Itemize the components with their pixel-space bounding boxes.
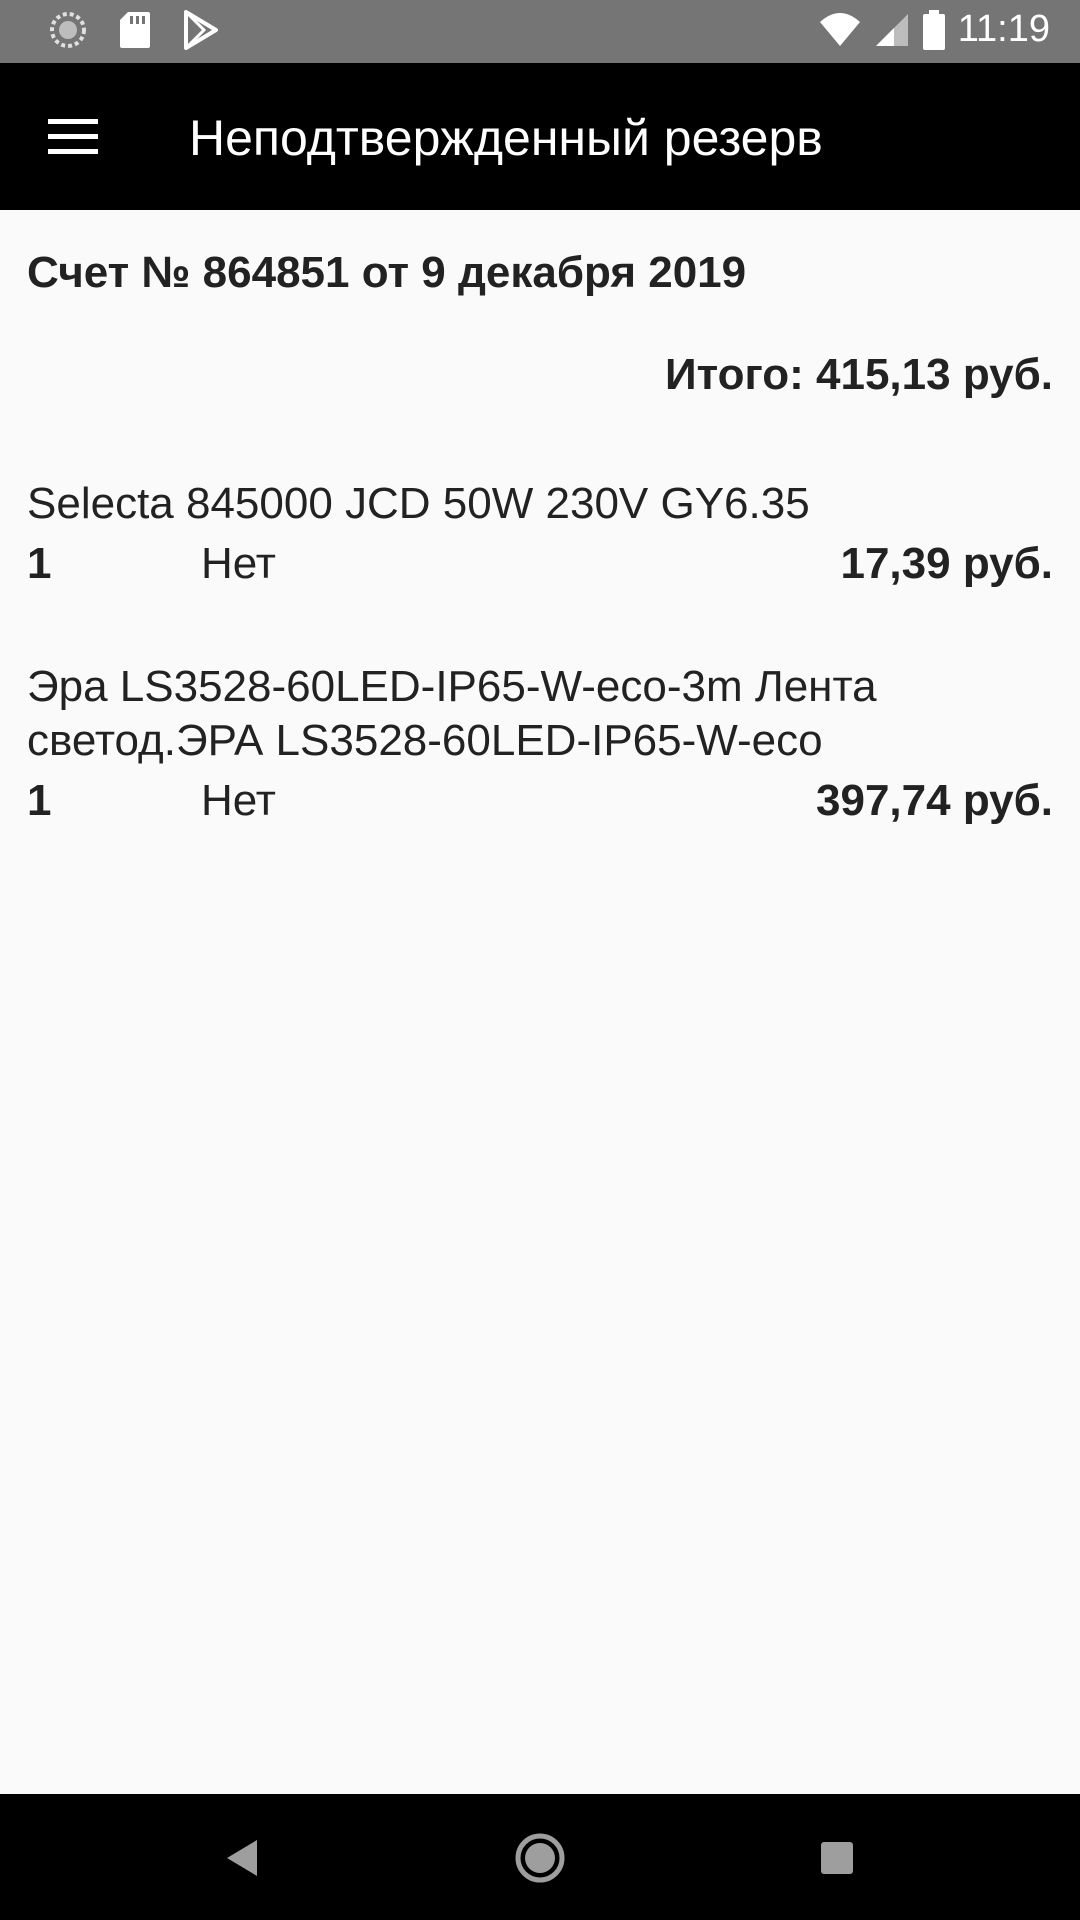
wifi-icon <box>818 10 862 50</box>
app-bar: Неподтвержденный резерв <box>0 63 1080 210</box>
invoice-title: Счет № 864851 от 9 декабря 2019 <box>27 248 747 297</box>
status-time: 11:19 <box>957 8 1050 50</box>
list-item[interactable]: Selecta 845000 JCD 50W 230V GY6.35 1 Нет… <box>27 477 1053 597</box>
item-name-line-2: светод.ЭРА LS3528-60LED-IP65-W-eco <box>27 716 823 765</box>
sd-card-icon <box>118 10 152 50</box>
total-label: Итого: <box>665 350 804 399</box>
status-right-icons: 11:19 <box>806 8 1050 51</box>
hamburger-menu-icon[interactable] <box>48 116 98 156</box>
home-circle-icon[interactable] <box>512 1830 568 1886</box>
status-left-icons <box>48 10 250 50</box>
invoice-total: Итого: 415,13 руб. <box>665 350 1053 400</box>
item-price: 17,39 руб. <box>840 539 1053 588</box>
list-item[interactable]: Эра LS3528-60LED-IP65-W-eco-3m Лента све… <box>27 660 1053 834</box>
item-name: Selecta 845000 JCD 50W 230V GY6.35 <box>27 479 810 528</box>
item-details: 1 Нет 17,39 руб. <box>27 539 1053 597</box>
status-bar: 11:19 <box>0 0 1080 63</box>
total-value: 415,13 руб. <box>816 350 1053 399</box>
item-quantity: 1 <box>27 539 52 588</box>
item-name-line-1: Эра LS3528-60LED-IP65-W-eco-3m Лента <box>27 662 877 711</box>
back-triangle-icon[interactable] <box>213 1830 269 1886</box>
navigation-bar <box>0 1794 1080 1920</box>
item-availability: Нет <box>201 776 276 825</box>
item-quantity: 1 <box>27 776 52 825</box>
recents-square-icon[interactable] <box>809 1830 865 1886</box>
item-details: 1 Нет 397,74 руб. <box>27 776 1053 834</box>
page-title: Неподтвержденный резерв <box>189 110 823 166</box>
play-store-icon <box>182 10 220 50</box>
sync-icon <box>48 10 88 50</box>
signal-icon <box>874 10 910 50</box>
battery-icon <box>922 9 946 51</box>
item-availability: Нет <box>201 539 276 588</box>
item-price: 397,74 руб. <box>816 776 1053 825</box>
